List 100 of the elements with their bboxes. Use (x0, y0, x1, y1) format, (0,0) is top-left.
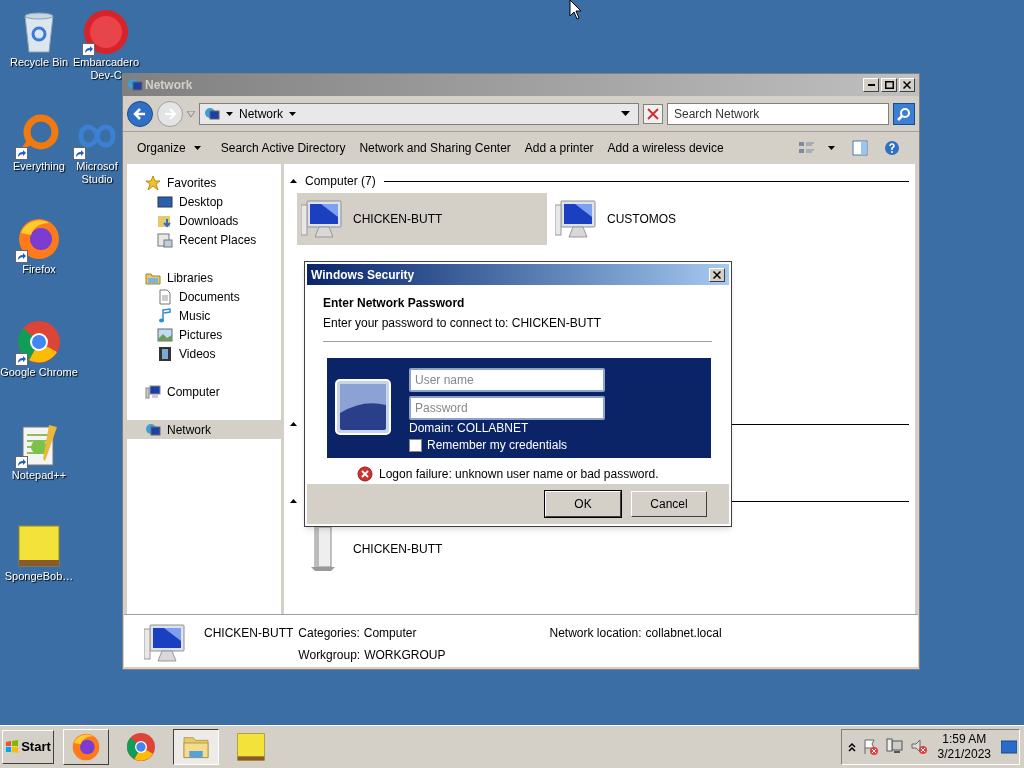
dialog-title: Windows Security (311, 266, 415, 284)
field-value: WORKGROUP (364, 647, 446, 664)
caret-icon (828, 146, 835, 150)
user-tile-icon (335, 379, 391, 435)
minimize-button[interactable] (863, 78, 879, 92)
preview-pane-icon (852, 140, 868, 156)
clock-date: 3/21/2023 (937, 747, 991, 762)
taskbar-button[interactable] (173, 729, 219, 765)
forward-arrow-icon (162, 105, 178, 122)
nav-item[interactable]: Recent Places (127, 230, 281, 249)
maximize-button[interactable] (881, 78, 897, 92)
group-header[interactable]: Computer (7) (305, 172, 376, 190)
music-note-icon (157, 307, 173, 324)
collapse-arrow-icon[interactable] (290, 499, 297, 503)
icon-label: Microsof (76, 160, 118, 173)
collapse-arrow-icon[interactable] (290, 179, 297, 183)
stop-button[interactable] (643, 103, 663, 124)
network-icon (145, 421, 161, 438)
icon-label: Everything (13, 160, 65, 173)
nav-item[interactable]: Desktop (127, 192, 281, 211)
icon-label: Embarcadero (73, 56, 140, 69)
field-value: collabnet.local (645, 625, 722, 642)
search-icon (897, 106, 911, 121)
address-bar[interactable]: Network (199, 102, 639, 125)
chrome-icon (15, 318, 63, 366)
nav-item[interactable]: Network (127, 420, 281, 439)
maximize-icon (884, 81, 894, 89)
computer-tile[interactable]: CUSTOMOS (551, 193, 801, 245)
search-button[interactable] (893, 102, 915, 125)
computer-icon (145, 383, 161, 400)
nav-item[interactable]: Downloads (127, 211, 281, 230)
nav-item[interactable]: Music (127, 306, 281, 325)
command-button[interactable]: Search Active Directory (214, 135, 352, 161)
nav-item[interactable]: Favorites (127, 173, 281, 192)
dialog-subtitle: Enter your password to connect to: CHICKEN-BUTT (323, 315, 603, 332)
icon-label: Firefox (22, 263, 56, 276)
collapse-arrow-icon[interactable] (290, 422, 297, 426)
error-icon (357, 466, 373, 482)
speaker-muted-icon[interactable] (909, 738, 928, 756)
firefox-icon (70, 731, 102, 763)
breadcrumb[interactable]: Network (239, 104, 283, 123)
nav-item[interactable]: Pictures (127, 325, 281, 344)
recent-places-icon (157, 231, 173, 248)
nav-item[interactable]: Libraries (127, 268, 281, 287)
command-button[interactable]: Add a printer (518, 135, 600, 161)
field-value: Computer (363, 625, 417, 642)
monitor-icon (555, 197, 599, 241)
nav-item[interactable]: Computer (127, 382, 281, 401)
mouse-cursor-icon (569, 0, 581, 20)
show-desktop-icon[interactable] (1001, 739, 1017, 755)
cancel-button[interactable]: Cancel (631, 491, 707, 517)
caret-icon (226, 111, 233, 116)
app-tile-icon (235, 731, 267, 763)
back-arrow-icon (132, 105, 148, 122)
computer-tile[interactable]: CHICKEN-BUTT (297, 193, 547, 245)
caret-icon (193, 146, 201, 150)
field-label: Categories: (298, 625, 360, 642)
icon-label: Dev-C (90, 69, 122, 82)
star-icon (145, 174, 161, 191)
close-button[interactable] (709, 267, 725, 282)
field-label: Network location: (549, 625, 642, 642)
network-icon (204, 105, 220, 122)
nav-item[interactable]: Documents (127, 287, 281, 306)
checkbox[interactable] (409, 438, 422, 452)
details-name: CHICKEN-BUTT (204, 625, 294, 642)
network-status-icon[interactable] (885, 738, 904, 756)
error-message: Logon failure: unknown user name or bad password. (379, 466, 659, 483)
close-button[interactable] (899, 78, 915, 92)
icon-label: Notepad++ (11, 469, 67, 482)
history-caret-icon (187, 110, 195, 117)
windows-logo-icon (5, 740, 20, 754)
app-logo-icon (82, 8, 130, 56)
icon-label: SpongeBob… (4, 570, 74, 583)
search-field[interactable]: Search Network (667, 102, 889, 125)
caret-icon (289, 111, 296, 116)
help-icon (884, 140, 900, 156)
chrome-icon (125, 731, 157, 763)
field-label: Workgroup: (298, 647, 361, 664)
window-title: Network (145, 77, 193, 94)
back-button[interactable] (127, 100, 153, 127)
film-icon (157, 345, 173, 362)
command-button[interactable]: Add a wireless device (601, 135, 730, 161)
icon-label: Recycle Bin (9, 56, 69, 69)
icon-label: Studio (81, 173, 113, 186)
flag-warning-icon[interactable] (861, 738, 880, 756)
dropdown-caret-icon (621, 111, 630, 116)
start-button[interactable]: Start (2, 730, 54, 764)
view-options-icon (798, 140, 816, 156)
ok-button[interactable]: OK (545, 491, 621, 517)
clock-time: 1:59 AM (942, 732, 987, 747)
desktop-icon (157, 193, 173, 210)
computer-tile[interactable]: CHICKEN-BUTT (297, 523, 547, 575)
dropdown-button[interactable]: Organize (131, 135, 213, 161)
monitor-icon (301, 197, 345, 241)
command-button[interactable]: Network and Sharing Center (353, 135, 517, 161)
username-field[interactable]: User name (409, 368, 605, 392)
password-field[interactable]: Password (409, 396, 605, 420)
nav-item[interactable]: Videos (127, 344, 281, 363)
show-hidden-icons-icon[interactable] (847, 742, 856, 752)
network-icon (127, 77, 143, 93)
